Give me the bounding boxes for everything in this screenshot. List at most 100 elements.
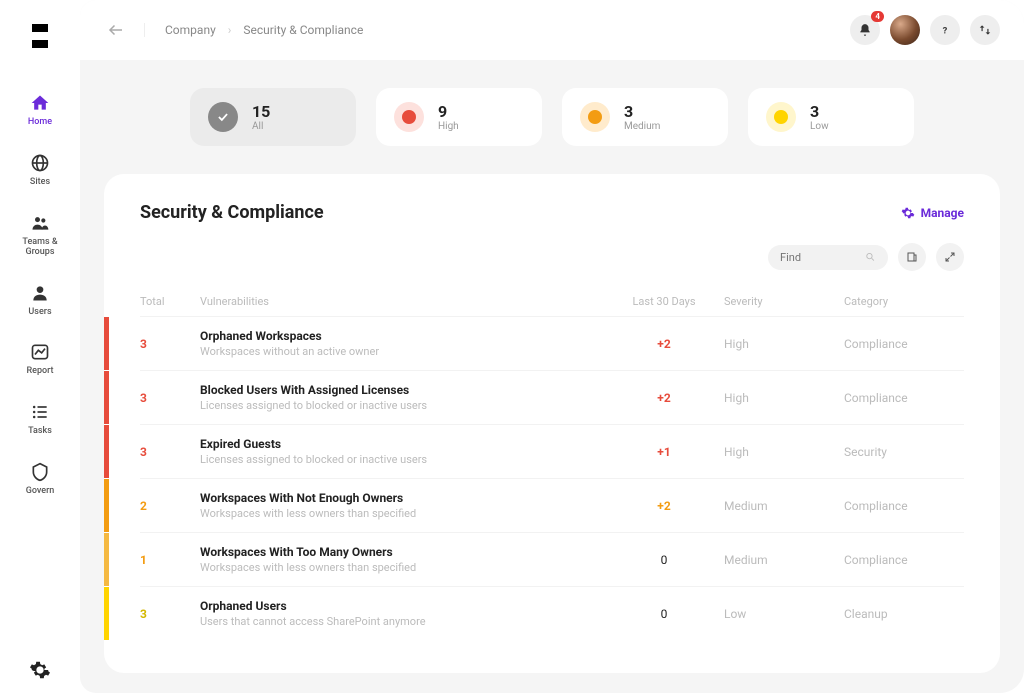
- nav-label: Users: [28, 308, 51, 318]
- stat-label: High: [438, 121, 459, 132]
- table-row[interactable]: 3 Expired Guests Licenses assigned to bl…: [140, 424, 964, 478]
- stat-card-low[interactable]: 3 Low: [748, 88, 914, 146]
- transfer-button[interactable]: [970, 15, 1000, 45]
- search-icon: [865, 251, 876, 263]
- list-icon: [29, 401, 51, 423]
- nav-label: Home: [28, 118, 52, 128]
- cell-category: Compliance: [844, 553, 964, 567]
- vuln-desc: Workspaces with less owners than specifi…: [200, 507, 604, 520]
- find-input-wrap[interactable]: [768, 245, 888, 270]
- avatar[interactable]: [890, 15, 920, 45]
- notifications-button[interactable]: 4: [850, 15, 880, 45]
- sidebar: Home Sites Teams & Groups Users Report T…: [0, 0, 80, 693]
- breadcrumb-current: Security & Compliance: [243, 23, 363, 37]
- stat-card-high[interactable]: 9 High: [376, 88, 542, 146]
- stat-card-all[interactable]: 15 All: [190, 88, 356, 146]
- nav-report[interactable]: Report: [26, 341, 53, 377]
- cell-vulnerability: Workspaces With Too Many Owners Workspac…: [200, 545, 604, 574]
- main-area: Company › Security & Compliance 4 ?: [80, 0, 1024, 693]
- app-logo: [24, 20, 56, 52]
- cell-category: Compliance: [844, 337, 964, 351]
- cell-total: 3: [140, 607, 200, 621]
- stat-count: 15: [252, 102, 270, 121]
- settings-button[interactable]: [29, 659, 51, 681]
- find-input[interactable]: [780, 251, 865, 264]
- severity-bar: [104, 533, 109, 586]
- nav-label: Govern: [26, 487, 55, 497]
- table-header: Total Vulnerabilities Last 30 Days Sever…: [140, 287, 964, 316]
- cell-vulnerability: Expired Guests Licenses assigned to bloc…: [200, 437, 604, 466]
- help-button[interactable]: ?: [930, 15, 960, 45]
- severity-medium-icon: [580, 102, 610, 132]
- cell-severity: Low: [724, 607, 844, 621]
- vuln-title: Expired Guests: [200, 437, 604, 451]
- table-row[interactable]: 3 Orphaned Workspaces Workspaces without…: [140, 316, 964, 370]
- stat-card-medium[interactable]: 3 Medium: [562, 88, 728, 146]
- cell-delta: +2: [604, 391, 724, 405]
- cell-delta: +2: [604, 337, 724, 351]
- bell-icon: [858, 23, 872, 37]
- nav-label: Report: [26, 367, 53, 377]
- nav-teams-groups[interactable]: Teams & Groups: [15, 212, 65, 258]
- nav-tasks[interactable]: Tasks: [28, 401, 52, 437]
- cell-vulnerability: Orphaned Workspaces Workspaces without a…: [200, 329, 604, 358]
- severity-bar: [104, 479, 109, 532]
- cell-total: 3: [140, 445, 200, 459]
- globe-icon: [29, 152, 51, 174]
- table-row[interactable]: 1 Workspaces With Too Many Owners Worksp…: [140, 532, 964, 586]
- cell-severity: High: [724, 391, 844, 405]
- people-icon: [29, 212, 51, 234]
- vuln-desc: Workspaces without an active owner: [200, 345, 604, 358]
- table-body: 3 Orphaned Workspaces Workspaces without…: [140, 316, 964, 640]
- nav-govern[interactable]: Govern: [26, 461, 55, 497]
- stat-label: All: [252, 121, 270, 132]
- stats-row: 15 All 9 High 3 Medium: [80, 60, 1024, 174]
- expand-icon: [944, 251, 956, 263]
- back-button[interactable]: [104, 18, 128, 42]
- cell-vulnerability: Blocked Users With Assigned Licenses Lic…: [200, 383, 604, 412]
- table-row[interactable]: 3 Blocked Users With Assigned Licenses L…: [140, 370, 964, 424]
- question-icon: ?: [938, 23, 952, 37]
- home-icon: [29, 92, 51, 114]
- cell-category: Compliance: [844, 499, 964, 513]
- chevron-right-icon: ›: [228, 23, 232, 37]
- cell-category: Compliance: [844, 391, 964, 405]
- breadcrumb-root[interactable]: Company: [165, 23, 216, 37]
- col-severity: Severity: [724, 295, 844, 308]
- cell-category: Security: [844, 445, 964, 459]
- severity-low-icon: [766, 102, 796, 132]
- cell-delta: 0: [604, 607, 724, 621]
- stat-count: 3: [810, 102, 829, 121]
- severity-bar: [104, 425, 109, 478]
- manage-button[interactable]: Manage: [901, 206, 964, 220]
- expand-button[interactable]: [936, 243, 964, 271]
- nav-label: Teams & Groups: [15, 238, 65, 258]
- cell-total: 3: [140, 391, 200, 405]
- export-icon: [906, 251, 918, 263]
- topbar: Company › Security & Compliance 4 ?: [80, 0, 1024, 60]
- vuln-desc: Licenses assigned to blocked or inactive…: [200, 399, 604, 412]
- table-row[interactable]: 2 Workspaces With Not Enough Owners Work…: [140, 478, 964, 532]
- severity-bar: [104, 371, 109, 424]
- nav-users[interactable]: Users: [28, 282, 51, 318]
- vuln-title: Workspaces With Too Many Owners: [200, 545, 604, 559]
- check-circle-icon: [208, 102, 238, 132]
- cell-delta: +2: [604, 499, 724, 513]
- gear-icon: [901, 206, 915, 220]
- shield-icon: [29, 461, 51, 483]
- swap-icon: [978, 23, 992, 37]
- cell-category: Cleanup: [844, 607, 964, 621]
- col-category: Category: [844, 295, 964, 308]
- table-row[interactable]: 3 Orphaned Users Users that cannot acces…: [140, 586, 964, 640]
- nav-home[interactable]: Home: [28, 92, 52, 128]
- col-last30: Last 30 Days: [604, 295, 724, 308]
- nav-label: Tasks: [28, 427, 52, 437]
- cell-severity: High: [724, 445, 844, 459]
- vuln-title: Orphaned Workspaces: [200, 329, 604, 343]
- nav-sites[interactable]: Sites: [29, 152, 51, 188]
- vuln-desc: Users that cannot access SharePoint anym…: [200, 615, 604, 628]
- cell-delta: +1: [604, 445, 724, 459]
- cell-total: 3: [140, 337, 200, 351]
- cell-delta: 0: [604, 553, 724, 567]
- export-button[interactable]: [898, 243, 926, 271]
